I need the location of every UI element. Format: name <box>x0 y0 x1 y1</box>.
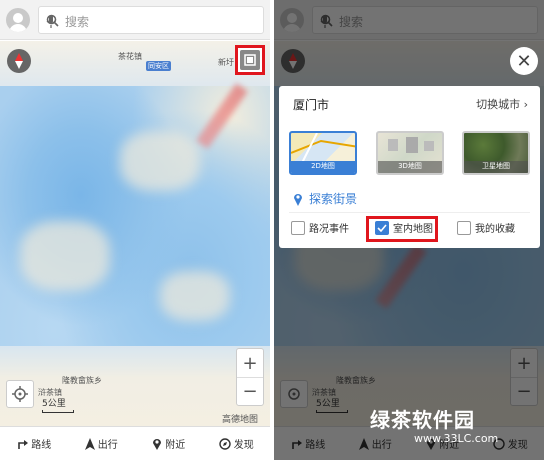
close-icon: ✕ <box>516 50 532 72</box>
search-placeholder: 搜索 <box>65 15 90 29</box>
chevron-right-icon: › <box>523 98 528 111</box>
option-traffic-events-label: 路况事件 <box>309 224 349 235</box>
locate-button[interactable] <box>6 380 34 408</box>
map-type-3d-label: 3D地图 <box>378 161 442 173</box>
layers-icon <box>240 50 260 70</box>
scale-label: 5公里 <box>42 399 66 409</box>
map-label: 同安区 <box>146 61 171 71</box>
street-view-link[interactable]: 探索街景 <box>293 190 357 207</box>
nav-nearby-label: 附近 <box>165 440 186 451</box>
map-screen-before: 搜索 茶花镇 同安区 新圩 隆教畲族乡 浒茶镇 + − 5公里 高德地图 路线 … <box>0 0 270 460</box>
map-land <box>20 221 110 291</box>
nav-discover[interactable]: 发现 <box>203 427 271 460</box>
checkbox[interactable] <box>457 220 471 235</box>
map-type-satellite-label: 卫星地图 <box>464 161 528 173</box>
compass-discover-icon <box>219 437 231 450</box>
scale-bar: 5公里 <box>42 396 74 413</box>
switch-city-label: 切换城市 <box>476 98 521 111</box>
street-view-label: 探索街景 <box>309 192 358 206</box>
locate-icon <box>12 386 28 402</box>
option-my-favorites[interactable]: 我的收藏 <box>457 220 515 235</box>
compass-icon[interactable] <box>7 49 31 73</box>
zoom-in-button[interactable]: + <box>237 349 263 377</box>
map-label: 茶花镇 <box>118 52 142 61</box>
nav-discover-label: 发现 <box>233 440 254 451</box>
layers-button[interactable] <box>235 45 265 75</box>
map-label: 隆教畲族乡 <box>62 376 102 385</box>
avatar[interactable] <box>6 8 30 32</box>
map-type-2d[interactable]: 2D地图 <box>289 131 357 175</box>
option-my-favorites-label: 我的收藏 <box>475 224 515 235</box>
nav-travel-label: 出行 <box>97 440 118 451</box>
microphone-icon[interactable] <box>46 14 56 29</box>
map-type-3d[interactable]: 3D地图 <box>376 131 444 175</box>
map-land <box>160 271 230 321</box>
option-traffic-events[interactable]: 路况事件 <box>291 220 349 235</box>
nav-travel[interactable]: 出行 <box>68 427 136 460</box>
nav-nearby[interactable]: 附近 <box>135 427 203 460</box>
zoom-out-button[interactable]: − <box>237 377 263 405</box>
map-type-satellite[interactable]: 卫星地图 <box>462 131 530 175</box>
street-view-pin-icon <box>294 193 302 206</box>
location-pin-icon <box>153 439 162 450</box>
highlight-box <box>366 216 438 242</box>
route-icon <box>18 439 29 449</box>
bottom-nav: 路线 出行 附近 发现 <box>0 426 270 460</box>
watermark-title: 绿茶软件园 <box>370 408 475 432</box>
map-label: 新圩 <box>218 58 234 67</box>
divider <box>289 212 530 213</box>
watermark-url: www.33LC.com <box>414 432 499 445</box>
switch-city-link[interactable]: 切换城市 › <box>476 96 528 112</box>
nav-route-label: 路线 <box>31 440 52 451</box>
map-provider-label: 高德地图 <box>222 415 259 425</box>
top-bar: 搜索 <box>0 0 270 40</box>
checkbox[interactable] <box>291 220 305 235</box>
navigate-arrow-icon <box>84 437 95 450</box>
current-city: 厦门市 <box>293 98 330 112</box>
close-button[interactable]: ✕ <box>510 47 538 75</box>
search-bar[interactable]: 搜索 <box>38 6 264 34</box>
nav-route[interactable]: 路线 <box>0 427 68 460</box>
map-type-2d-label: 2D地图 <box>291 161 355 173</box>
map-land <box>120 131 200 191</box>
direction-arrow <box>196 83 248 149</box>
map-view[interactable]: 茶花镇 同安区 新圩 隆教畲族乡 浒茶镇 <box>0 41 270 426</box>
map-screen-after: 搜索 浒茶镇 隆教畲族乡 + − 5公里 路线 出行 附近 <box>274 0 544 460</box>
zoom-control: + − <box>236 348 264 406</box>
